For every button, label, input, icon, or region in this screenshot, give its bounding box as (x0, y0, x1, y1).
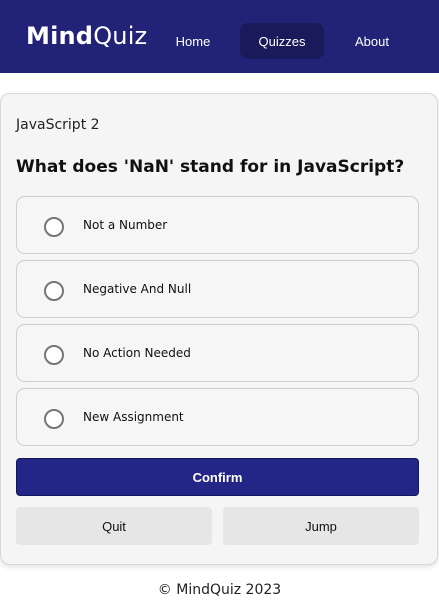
answer-option-1[interactable]: Not a Number (16, 196, 419, 254)
answer-option-label: Not a Number (83, 218, 168, 232)
answer-option-4[interactable]: New Assignment (16, 388, 419, 446)
radio-button-icon[interactable] (44, 217, 64, 237)
question-text: What does 'NaN' stand for in JavaScript? (16, 157, 405, 177)
radio-button-icon[interactable] (44, 345, 64, 365)
brand-logo[interactable]: MindQuiz (26, 22, 147, 50)
brand-logo-bold: Mind (26, 22, 94, 50)
answer-option-label: No Action Needed (83, 346, 191, 360)
confirm-button[interactable]: Confirm (16, 458, 419, 496)
quiz-title: JavaScript 2 (16, 117, 100, 133)
nav-quizzes-link[interactable]: Quizzes (240, 23, 324, 59)
nav-about-link[interactable]: About (340, 23, 404, 59)
jump-button[interactable]: Jump (223, 507, 419, 545)
brand-logo-light: Quiz (93, 22, 148, 50)
quiz-card: JavaScript 2 What does 'NaN' stand for i… (0, 93, 438, 565)
page-footer: © MindQuiz 2023 (157, 582, 282, 598)
radio-button-icon[interactable] (44, 281, 64, 301)
radio-button-icon[interactable] (44, 409, 64, 429)
answer-option-label: Negative And Null (83, 282, 192, 296)
quit-button[interactable]: Quit (16, 507, 212, 545)
answer-option-label: New Assignment (83, 410, 184, 424)
answer-option-2[interactable]: Negative And Null (16, 260, 419, 318)
nav-home-link[interactable]: Home (160, 23, 226, 59)
answer-option-3[interactable]: No Action Needed (16, 324, 419, 382)
top-navbar: MindQuiz Home Quizzes About (0, 0, 439, 73)
